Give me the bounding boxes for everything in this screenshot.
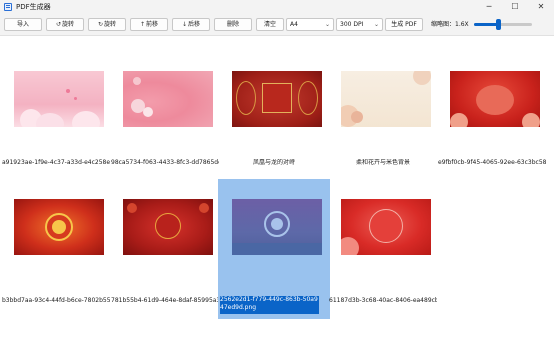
page-size-value: A4: [290, 21, 298, 28]
app-icon: [4, 3, 12, 11]
image-tile[interactable]: 61187d3b-3c68-40ac-8406-ea489cb1...: [327, 190, 439, 330]
image-caption: 98ca5734-f063-4433-8fc3-dd7865de2...: [111, 159, 219, 166]
move-down-label: 后移: [188, 21, 201, 28]
image-caption: 柔和花卉与米色背景: [355, 159, 410, 166]
clear-button[interactable]: 清空: [256, 18, 284, 31]
image-thumbnail: [123, 71, 213, 127]
generate-pdf-label: 生成 PDF: [391, 21, 417, 28]
minimize-button[interactable]: ─: [476, 0, 502, 14]
chevron-down-icon: ⌄: [324, 21, 330, 28]
image-caption: 61187d3b-3c68-40ac-8406-ea489cb1...: [329, 297, 437, 304]
rotate-right-button[interactable]: ↻旋转: [88, 18, 126, 31]
move-up-label: 前移: [146, 21, 159, 28]
image-thumbnail: [341, 199, 431, 255]
move-up-button[interactable]: ↑前移: [130, 18, 168, 31]
image-thumbnail: [232, 71, 322, 127]
image-thumbnail: [123, 199, 213, 255]
import-button[interactable]: 导入: [4, 18, 42, 31]
rotate-left-label: 旋转: [62, 21, 75, 28]
image-caption: e9fbf0cb-9f45-4065-92ee-63c3bc58f...: [438, 159, 546, 166]
import-label: 导入: [16, 21, 29, 28]
pdf-generator-window: PDF生成器 ─ ☐ ✕ 导入 ↺旋转 ↻旋转 ↑前移 ↓后移 删除 清空 A4…: [0, 0, 554, 362]
image-caption: 凤凰与龙的对峙: [252, 159, 295, 166]
delete-button[interactable]: 删除: [214, 18, 252, 31]
zoom-slider-fill: [474, 23, 498, 26]
toolbar: 导入 ↺旋转 ↻旋转 ↑前移 ↓后移 删除 清空 A4 ⌄ 300 DPI ⌄ …: [0, 14, 554, 36]
image-grid: a91923ae-1f9e-4c37-a33d-e4c258e6... 98ca…: [0, 37, 554, 362]
rotate-right-icon: ↻: [97, 21, 103, 28]
generate-pdf-button[interactable]: 生成 PDF: [385, 18, 423, 31]
chevron-down-icon: ⌄: [373, 21, 379, 28]
image-caption: b3bbd7aa-93c4-44fd-b6ce-7802b55...: [2, 297, 110, 304]
dpi-select[interactable]: 300 DPI ⌄: [336, 18, 383, 31]
maximize-button[interactable]: ☐: [502, 0, 528, 14]
image-caption: 2562e2d1-f779-449c-863b-50a947ed9d.png: [220, 296, 319, 314]
clear-label: 清空: [263, 21, 276, 28]
rotate-left-button[interactable]: ↺旋转: [46, 18, 84, 31]
zoom-slider-handle[interactable]: [496, 19, 501, 30]
image-tile[interactable]: 98ca5734-f063-4433-8fc3-dd7865de2...: [109, 59, 221, 199]
image-caption: 781b55b4-61d9-464e-8daf-85995a37...: [111, 297, 219, 304]
image-tile[interactable]: b3bbd7aa-93c4-44fd-b6ce-7802b55...: [0, 190, 112, 330]
image-tile[interactable]: 凤凰与龙的对峙: [218, 59, 330, 199]
zoom-label: 缩略图：1.6X: [431, 21, 469, 28]
image-caption: a91923ae-1f9e-4c37-a33d-e4c258e6...: [2, 159, 110, 166]
window-title: PDF生成器: [16, 3, 51, 11]
image-thumbnail: [14, 199, 104, 255]
rotate-right-label: 旋转: [104, 21, 117, 28]
dpi-value: 300 DPI: [340, 21, 364, 28]
image-tile-selected[interactable]: 2562e2d1-f779-449c-863b-50a947ed9d.png: [218, 179, 330, 319]
title-bar[interactable]: PDF生成器 ─ ☐ ✕: [0, 0, 554, 14]
close-button[interactable]: ✕: [528, 0, 554, 14]
image-tile[interactable]: 781b55b4-61d9-464e-8daf-85995a37...: [109, 190, 221, 330]
image-thumbnail: [450, 71, 540, 127]
image-thumbnail: [341, 71, 431, 127]
delete-label: 删除: [226, 21, 239, 28]
zoom-slider-track[interactable]: [474, 23, 532, 26]
arrow-down-icon: ↓: [181, 21, 187, 28]
image-tile[interactable]: a91923ae-1f9e-4c37-a33d-e4c258e6...: [0, 59, 112, 199]
image-thumbnail: [232, 199, 322, 255]
image-thumbnail: [14, 71, 104, 127]
image-tile[interactable]: 柔和花卉与米色背景: [327, 59, 439, 199]
arrow-up-icon: ↑: [139, 21, 145, 28]
page-size-select[interactable]: A4 ⌄: [286, 18, 334, 31]
rotate-left-icon: ↺: [55, 21, 61, 28]
image-tile[interactable]: e9fbf0cb-9f45-4065-92ee-63c3bc58f...: [436, 59, 548, 199]
move-down-button[interactable]: ↓后移: [172, 18, 210, 31]
